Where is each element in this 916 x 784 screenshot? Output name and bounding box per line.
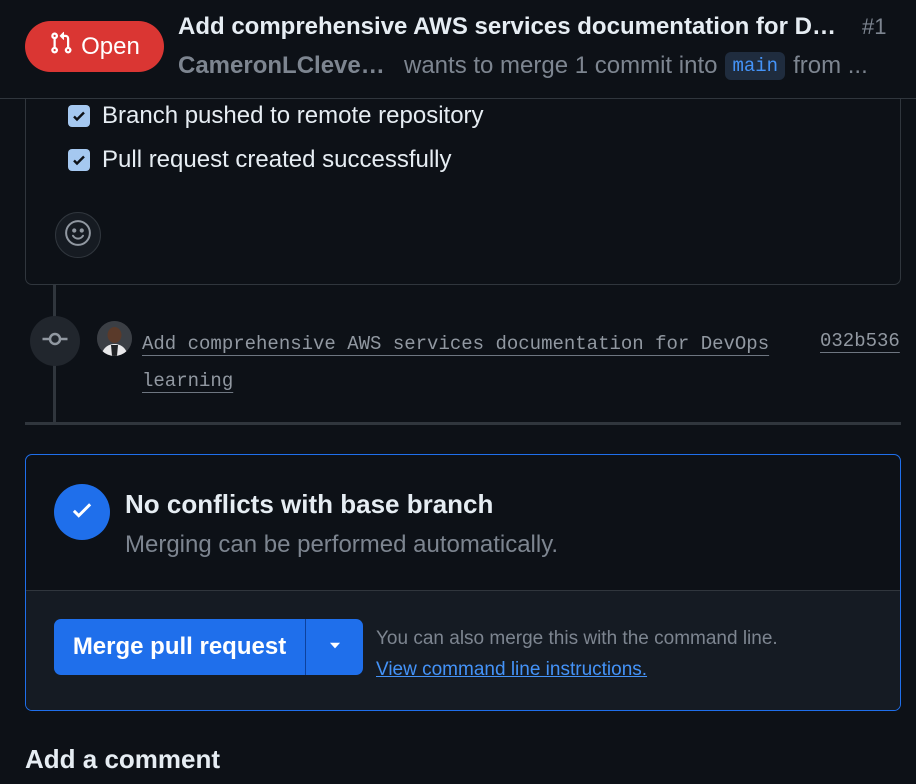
task-label: Branch pushed to remote repository [102, 102, 484, 129]
check-icon [73, 111, 85, 122]
cli-instructions-link[interactable]: View command line instructions. [376, 654, 778, 685]
pr-state-label: Open [81, 32, 140, 60]
task-checkbox[interactable] [68, 105, 90, 127]
pr-state-badge: Open [25, 21, 164, 72]
cli-note-text: You can also merge this with the command… [376, 628, 778, 649]
cli-note: You can also merge this with the command… [376, 623, 778, 685]
task-list-item[interactable]: Branch pushed to remote repository [68, 102, 484, 130]
merge-pull-request-button[interactable]: Merge pull request [54, 619, 306, 675]
add-reaction-button[interactable] [55, 212, 101, 258]
commit-message-line: Add comprehensive AWS services documenta… [142, 333, 770, 355]
merge-method-dropdown[interactable] [306, 619, 363, 675]
chevron-down-icon [326, 636, 344, 659]
merge-status-section: No conflicts with base branch Merging ca… [26, 455, 900, 591]
git-commit-icon [40, 324, 70, 359]
pr-meta-line: CameronLClevela... wants to merge 1 comm… [178, 50, 898, 82]
merge-actions-section: Merge pull request You can also merge th… [26, 591, 900, 710]
merge-status-badge [54, 484, 110, 540]
pr-header: Open Add comprehensive AWS services docu… [0, 0, 916, 99]
timeline-divider [25, 422, 901, 425]
task-list-item[interactable]: Pull request created successfully [68, 146, 452, 174]
pr-merge-text: wants to merge 1 commit into [404, 52, 718, 79]
merge-box: No conflicts with base branch Merging ca… [25, 454, 901, 711]
pr-from-text: from ... [793, 52, 868, 79]
base-branch-chip[interactable]: main [725, 52, 786, 80]
pr-title: Add comprehensive AWS services documenta… [178, 13, 843, 40]
avatar[interactable] [97, 321, 132, 356]
merge-button-group: Merge pull request [54, 619, 363, 675]
commit-sha-link[interactable]: 032b536 [820, 326, 900, 356]
commit-message-link[interactable]: Add comprehensive AWS services documenta… [142, 326, 782, 400]
pr-description-box: Branch pushed to remote repository Pull … [25, 90, 901, 285]
merge-status-subtext: Merging can be performed automatically. [125, 531, 559, 558]
check-icon [69, 497, 95, 528]
commit-node [30, 316, 80, 366]
add-comment-heading: Add a comment [25, 744, 221, 774]
task-label: Pull request created successfully [102, 146, 452, 173]
pr-number: #1 [862, 14, 887, 39]
merge-status-heading: No conflicts with base branch [125, 489, 494, 519]
smiley-icon [63, 218, 93, 253]
task-checkbox[interactable] [68, 149, 90, 171]
commit-message-line: learning [142, 370, 234, 392]
git-pull-request-icon [49, 31, 73, 62]
pr-author-link[interactable]: CameronLClevela... [178, 52, 390, 80]
check-icon [73, 155, 85, 166]
